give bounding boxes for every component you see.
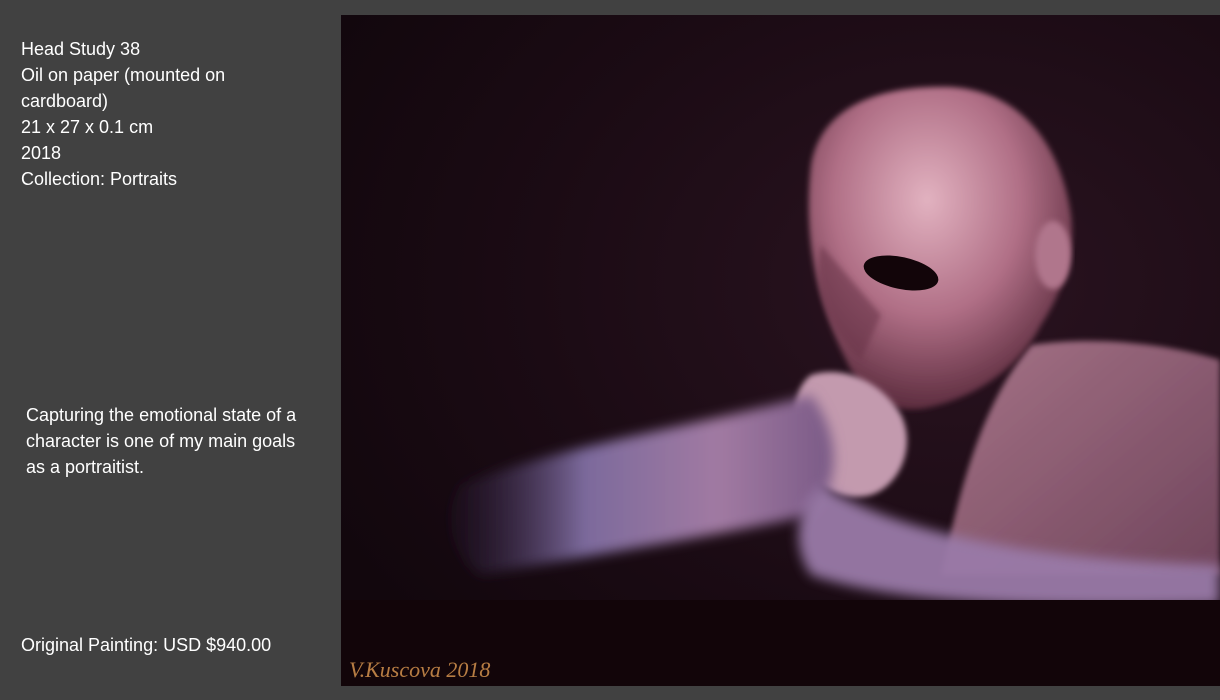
painting-image[interactable]: V.Kuscova 2018	[341, 15, 1220, 686]
artwork-year: 2018	[21, 143, 62, 163]
artist-statement: Capturing the emotional state of a chara…	[26, 405, 297, 477]
artwork-metadata: Head Study 38 Oil on paper (mounted on c…	[21, 36, 321, 192]
price-label: Original Painting: USD $940.00	[21, 635, 272, 655]
artwork-medium: Oil on paper (mounted on cardboard)	[21, 65, 226, 111]
artwork-dimensions: 21 x 27 x 0.1 cm	[21, 117, 154, 137]
painting-illustration: V.Kuscova 2018	[341, 15, 1220, 686]
painting-signature: V.Kuscova 2018	[349, 657, 490, 682]
artwork-collection: Collection: Portraits	[21, 169, 178, 189]
artwork-info-panel: Head Study 38 Oil on paper (mounted on c…	[0, 0, 340, 700]
artwork-title: Head Study 38	[21, 39, 141, 59]
